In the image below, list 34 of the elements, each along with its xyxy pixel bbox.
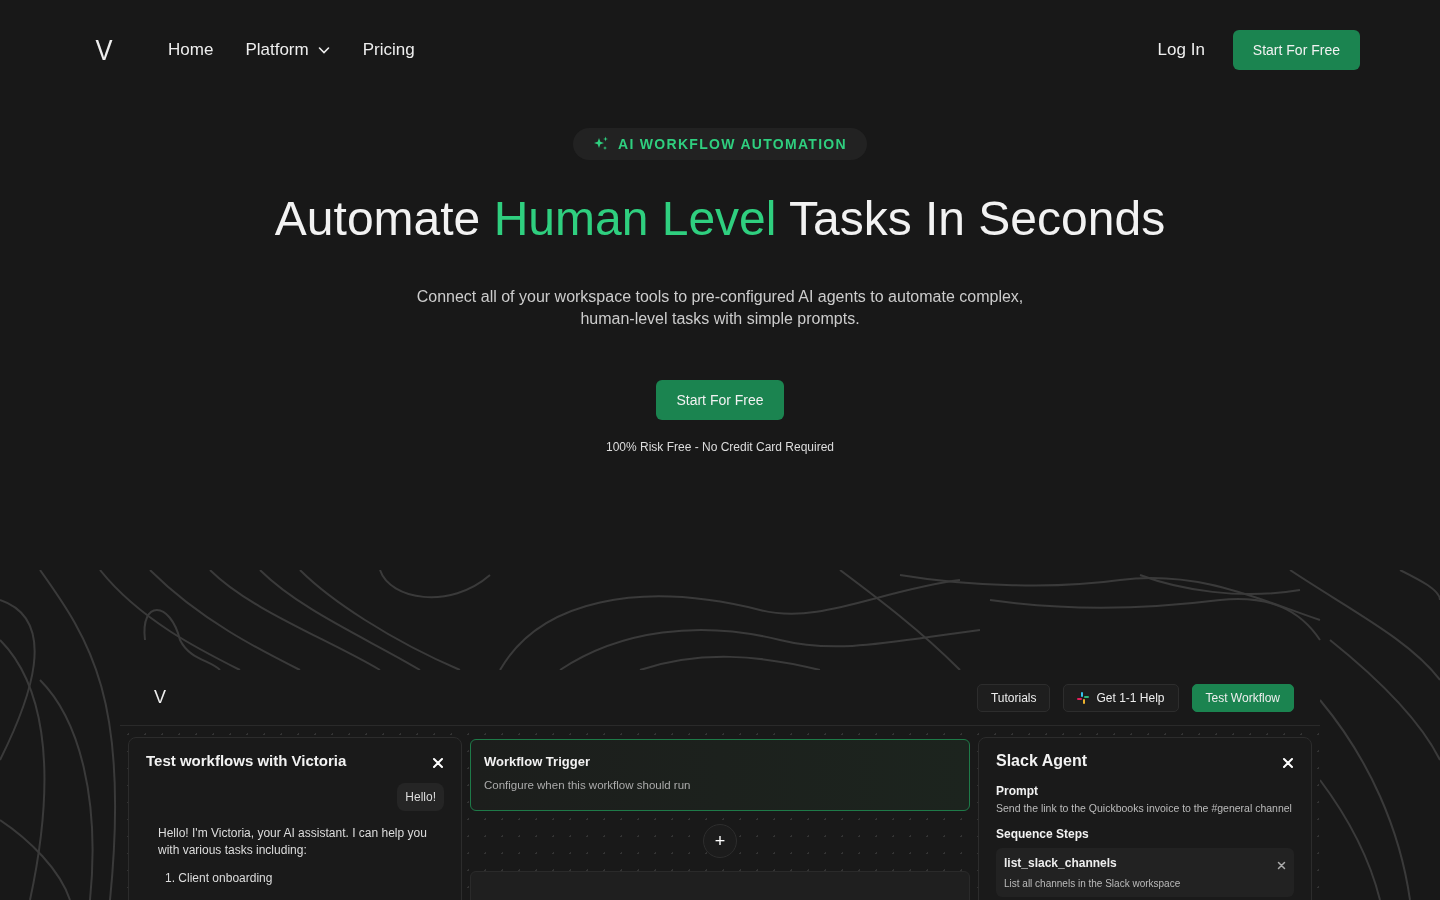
step-description: List all channels in the Slack workspace: [1004, 878, 1182, 889]
add-button[interactable]: +: [703, 824, 737, 858]
app-button[interactable]: Tutorials: [976, 683, 1051, 712]
login-link[interactable]: Log In: [1157, 40, 1205, 60]
node-title: Workflow Trigger: [484, 754, 591, 769]
app-button[interactable]: Test Workflow: [1191, 683, 1294, 712]
nav-link[interactable]: Home: [168, 40, 214, 60]
node-description: Configure when this workflow should run: [484, 779, 692, 791]
workflow-node[interactable]: Workflow Trigger Configure when this workflow should run: [470, 739, 970, 811]
sparkle-icon: [593, 136, 609, 152]
hash-logo-icon: [1077, 691, 1090, 704]
nav-link[interactable]: Pricing: [362, 40, 415, 60]
step-name: list_slack_channels: [1004, 856, 1117, 870]
hero-note: 100% Risk Free - No Credit Card Required: [605, 440, 835, 454]
app-button[interactable]: Get 1-1 Help: [1063, 683, 1179, 712]
close-icon: [1282, 757, 1294, 769]
hero-subtitle: Connect all of your workspace tools to pre-configured AI agents to automate complex, human-level tasks with simple prompts.: [415, 287, 1025, 329]
field-label: Prompt: [996, 784, 1039, 798]
start-button[interactable]: Start For Free: [1232, 30, 1360, 70]
nav-link[interactable]: Platform: [245, 40, 331, 60]
close-icon: [1277, 860, 1286, 870]
user-message: Hello!: [397, 783, 444, 811]
prompt-text: Send the link to the Quickbooks invoice to the #general channel: [996, 802, 1293, 814]
assistant-message: Hello! I'm Victoria, your AI assistant. I can help you with various tasks including:: [158, 825, 428, 859]
close-icon: [432, 756, 444, 769]
logo[interactable]: V: [95, 35, 113, 65]
panel-title: Slack Agent: [996, 752, 1087, 770]
badge-text: AI WORKFLOW AUTOMATION: [618, 136, 847, 152]
app-logo[interactable]: V: [154, 687, 166, 708]
field-label: Sequence Steps: [996, 827, 1090, 841]
start-button[interactable]: Start For Free: [656, 380, 784, 420]
panel-title: Test workflows with Victoria: [146, 752, 347, 769]
list-item: 1. Client onboarding: [165, 871, 274, 885]
hero-title: Automate Human Level Tasks In Seconds: [274, 191, 1166, 247]
